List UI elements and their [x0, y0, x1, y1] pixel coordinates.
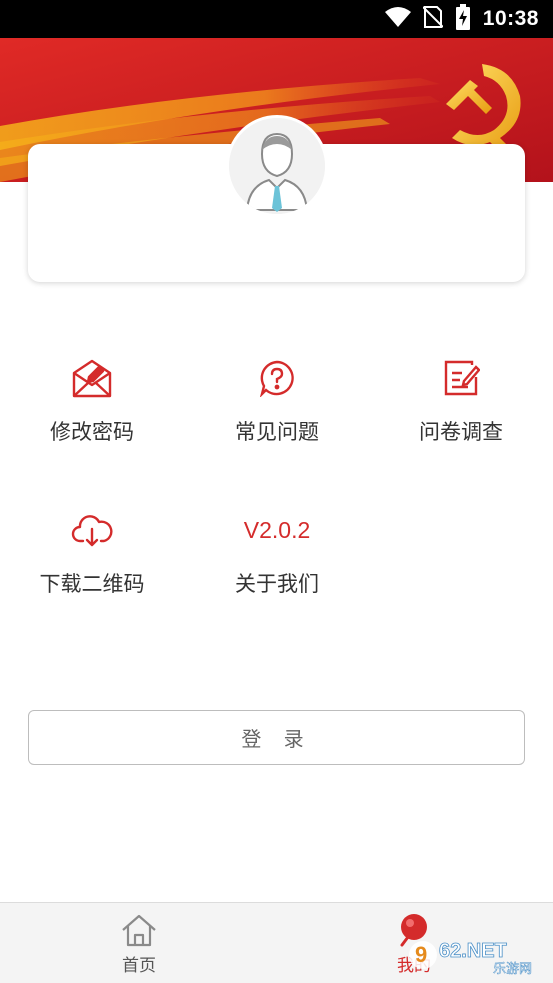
- tab-label: 首页: [122, 956, 156, 976]
- login-button[interactable]: 登 录: [28, 710, 525, 765]
- survey-edit-icon: [371, 356, 551, 400]
- battery-charging-icon: [455, 4, 471, 34]
- menu-label: 常见问题: [235, 420, 319, 444]
- menu-label: 修改密码: [50, 420, 134, 444]
- about-us-button[interactable]: V2.0.2 关于我们: [187, 508, 367, 598]
- download-qrcode-button[interactable]: 下载二维码: [2, 508, 182, 598]
- status-icons: 10:38: [384, 4, 539, 34]
- user-avatar-icon: [229, 118, 325, 214]
- status-time: 10:38: [482, 7, 539, 30]
- version-label: V2.0.2: [243, 517, 311, 543]
- change-password-button[interactable]: 修改密码: [2, 356, 182, 446]
- survey-button[interactable]: 问卷调查: [371, 356, 551, 446]
- envelope-edit-icon: [2, 356, 182, 400]
- svg-text:62.NET: 62.NET: [439, 940, 507, 962]
- status-bar: 10:38: [0, 0, 553, 38]
- svg-text:9: 9: [415, 942, 427, 967]
- menu-label: 关于我们: [235, 572, 319, 596]
- site-watermark: 9 62.NET 乐游网: [405, 933, 547, 977]
- menu-label: 下载二维码: [39, 572, 145, 596]
- avatar[interactable]: [226, 115, 328, 217]
- question-bubble-icon: [187, 356, 367, 400]
- tab-home[interactable]: 首页: [79, 913, 199, 976]
- no-sim-icon: [422, 5, 444, 33]
- wifi-icon: [384, 6, 411, 32]
- cloud-download-icon: [2, 508, 182, 552]
- svg-text:乐游网: 乐游网: [493, 962, 532, 977]
- faq-button[interactable]: 常见问题: [187, 356, 367, 446]
- home-icon: [79, 913, 199, 947]
- menu-label: 问卷调查: [419, 420, 503, 444]
